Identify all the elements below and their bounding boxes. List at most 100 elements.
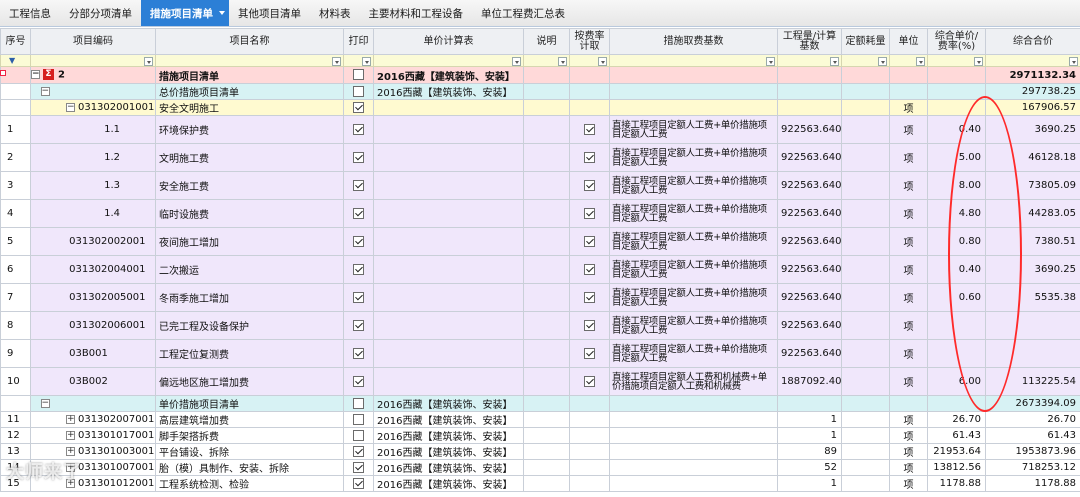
tab-measure-items[interactable]: 措施项目清单 bbox=[141, 0, 229, 26]
print-checkbox[interactable] bbox=[343, 66, 374, 84]
row-rate[interactable]: 8.00 bbox=[927, 171, 986, 200]
by-rate-checkbox[interactable] bbox=[569, 115, 610, 144]
filter-unit[interactable] bbox=[889, 54, 928, 67]
col-basis[interactable]: 措施取费基数 bbox=[609, 28, 778, 55]
row-rate[interactable]: 0.40 bbox=[927, 115, 986, 144]
by-rate-checkbox[interactable] bbox=[569, 283, 610, 312]
filter-code[interactable] bbox=[30, 54, 156, 67]
table-row[interactable]: 10 03B002 偏远地区施工增加费 直接工程项目定额人工费和机械费+单价措施… bbox=[0, 367, 1080, 396]
print-checkbox[interactable] bbox=[343, 339, 374, 368]
table-row[interactable]: 2 1.2 文明施工费 直接工程项目定额人工费+单价措施项目定额人工费 9225… bbox=[0, 143, 1080, 172]
by-rate-checkbox[interactable] bbox=[569, 227, 610, 256]
collapse-icon[interactable]: − bbox=[31, 70, 40, 80]
filter-qty[interactable] bbox=[777, 54, 842, 67]
table-row[interactable]: 12 +031301017001 脚手架搭拆费 2016西藏【建筑装饰、安装】 … bbox=[0, 427, 1080, 444]
print-checkbox[interactable] bbox=[343, 199, 374, 228]
row-rate[interactable]: 5.00 bbox=[927, 143, 986, 172]
print-checkbox[interactable] bbox=[343, 115, 374, 144]
filter-calc[interactable] bbox=[373, 54, 524, 67]
col-note[interactable]: 说明 bbox=[523, 28, 570, 55]
table-row[interactable]: 15 +031301012001 工程系统检测、检验 2016西藏【建筑装饰、安… bbox=[0, 475, 1080, 492]
filter-print[interactable] bbox=[343, 54, 374, 67]
table-row[interactable]: − 单价措施项目清单 2016西藏【建筑装饰、安装】 2673394.09 bbox=[0, 395, 1080, 412]
print-checkbox[interactable] bbox=[343, 99, 374, 116]
by-rate-checkbox[interactable] bbox=[569, 339, 610, 368]
col-by-rate[interactable]: 按费率计取 bbox=[569, 28, 610, 55]
filter-total[interactable] bbox=[985, 54, 1080, 67]
print-checkbox[interactable] bbox=[343, 443, 374, 460]
table-row[interactable]: 9 03B001 工程定位复测费 直接工程项目定额人工费+单价措施项目定额人工费… bbox=[0, 339, 1080, 368]
col-unit[interactable]: 单位 bbox=[889, 28, 928, 55]
row-rate[interactable]: 1178.88 bbox=[927, 475, 986, 492]
table-row[interactable]: 1 1.1 环境保护费 直接工程项目定额人工费+单价措施项目定额人工费 9225… bbox=[0, 115, 1080, 144]
print-checkbox[interactable] bbox=[343, 459, 374, 476]
table-row[interactable]: 8 031302006001 已完工程及设备保护 直接工程项目定额人工费+单价措… bbox=[0, 311, 1080, 340]
table-row[interactable]: − Σ 2 措施项目清单 2016西藏【建筑装饰、安装】 2971132.34 bbox=[0, 66, 1080, 84]
row-rate[interactable] bbox=[927, 311, 986, 340]
tab-sub-items[interactable]: 分部分项清单 bbox=[60, 0, 141, 26]
tab-materials[interactable]: 材料表 bbox=[310, 0, 360, 26]
col-name[interactable]: 项目名称 bbox=[155, 28, 344, 55]
col-calc-table[interactable]: 单价计算表 bbox=[373, 28, 524, 55]
row-rate[interactable]: 26.70 bbox=[927, 411, 986, 428]
row-rate[interactable]: 6.00 bbox=[927, 367, 986, 396]
row-rate[interactable]: 0.80 bbox=[927, 227, 986, 256]
chevron-down-icon[interactable] bbox=[219, 11, 225, 15]
filter-basis[interactable] bbox=[609, 54, 778, 67]
table-row[interactable]: 13 +031301003001 平台铺设、拆除 2016西藏【建筑装饰、安装】… bbox=[0, 443, 1080, 460]
print-checkbox[interactable] bbox=[343, 475, 374, 492]
col-quota[interactable]: 定额耗量 bbox=[841, 28, 890, 55]
table-row[interactable]: 7 031302005001 冬雨季施工增加 直接工程项目定额人工费+单价措施项… bbox=[0, 283, 1080, 312]
table-row[interactable]: 5 031302002001 夜间施工增加 直接工程项目定额人工费+单价措施项目… bbox=[0, 227, 1080, 256]
print-checkbox[interactable] bbox=[343, 83, 374, 100]
row-rate[interactable]: 0.60 bbox=[927, 283, 986, 312]
table-row[interactable]: 11 +031302007001 高层建筑增加费 2016西藏【建筑装饰、安装】… bbox=[0, 411, 1080, 428]
row-rate[interactable]: 13812.56 bbox=[927, 459, 986, 476]
expand-icon[interactable]: + bbox=[65, 446, 75, 456]
funnel-icon[interactable]: ▼ bbox=[0, 54, 31, 67]
table-row[interactable]: 3 1.3 安全施工费 直接工程项目定额人工费+单价措施项目定额人工费 9225… bbox=[0, 171, 1080, 200]
print-checkbox[interactable] bbox=[343, 143, 374, 172]
collapse-icon[interactable]: − bbox=[40, 86, 50, 96]
table-row[interactable]: −031302001001 安全文明施工 项 167906.57 bbox=[0, 99, 1080, 116]
row-rate[interactable]: 0.40 bbox=[927, 255, 986, 284]
by-rate-checkbox[interactable] bbox=[569, 199, 610, 228]
row-rate[interactable]: 61.43 bbox=[927, 427, 986, 444]
print-checkbox[interactable] bbox=[343, 367, 374, 396]
by-rate-checkbox[interactable] bbox=[569, 143, 610, 172]
print-checkbox[interactable] bbox=[343, 171, 374, 200]
filter-note[interactable] bbox=[523, 54, 570, 67]
row-rate[interactable] bbox=[927, 339, 986, 368]
by-rate-checkbox[interactable] bbox=[569, 311, 610, 340]
filter-rate[interactable] bbox=[927, 54, 986, 67]
col-total[interactable]: 综合合价 bbox=[985, 28, 1080, 55]
print-checkbox[interactable] bbox=[343, 311, 374, 340]
table-row[interactable]: 6 031302004001 二次搬运 直接工程项目定额人工费+单价措施项目定额… bbox=[0, 255, 1080, 284]
print-checkbox[interactable] bbox=[343, 283, 374, 312]
col-code[interactable]: 项目编码 bbox=[30, 28, 156, 55]
print-checkbox[interactable] bbox=[343, 395, 374, 412]
filter-by-rate[interactable] bbox=[569, 54, 610, 67]
expand-icon[interactable]: + bbox=[65, 478, 75, 488]
by-rate-checkbox[interactable] bbox=[569, 171, 610, 200]
row-rate[interactable]: 21953.64 bbox=[927, 443, 986, 460]
collapse-icon[interactable]: − bbox=[65, 102, 75, 112]
row-rate[interactable]: 4.80 bbox=[927, 199, 986, 228]
filter-quota[interactable] bbox=[841, 54, 890, 67]
col-print[interactable]: 打印 bbox=[343, 28, 374, 55]
by-rate-checkbox[interactable] bbox=[569, 367, 610, 396]
col-seq[interactable]: 序号 bbox=[0, 28, 31, 55]
table-row[interactable]: 4 1.4 临时设施费 直接工程项目定额人工费+单价措施项目定额人工费 9225… bbox=[0, 199, 1080, 228]
col-rate[interactable]: 综合单价/费率(%) bbox=[927, 28, 986, 55]
filter-name[interactable] bbox=[155, 54, 344, 67]
table-row[interactable]: 14 +031301007001 胎（模）具制作、安装、拆除 2016西藏【建筑… bbox=[0, 459, 1080, 476]
col-qty[interactable]: 工程量/计算基数 bbox=[777, 28, 842, 55]
print-checkbox[interactable] bbox=[343, 427, 374, 444]
tab-main-materials[interactable]: 主要材料和工程设备 bbox=[360, 0, 473, 26]
print-checkbox[interactable] bbox=[343, 227, 374, 256]
print-checkbox[interactable] bbox=[343, 411, 374, 428]
expand-icon[interactable]: + bbox=[65, 430, 75, 440]
by-rate-checkbox[interactable] bbox=[569, 255, 610, 284]
collapse-icon[interactable]: − bbox=[40, 398, 50, 408]
print-checkbox[interactable] bbox=[343, 255, 374, 284]
